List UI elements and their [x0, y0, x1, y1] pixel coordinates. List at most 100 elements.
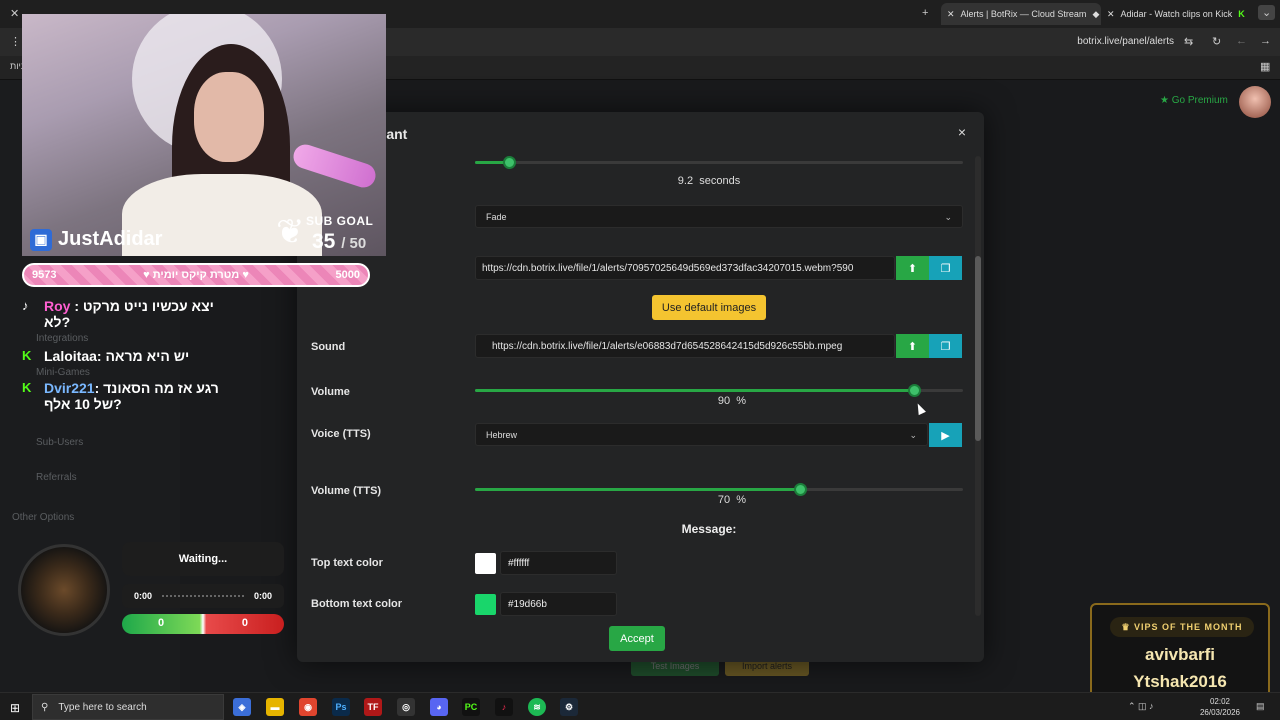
photoshop-icon[interactable]: Ps: [332, 698, 350, 716]
duration-value: 9.2: [677, 175, 694, 187]
top-color-input[interactable]: #ffffff: [500, 551, 617, 575]
tray-icons[interactable]: ⌃ ◫ ♪: [1128, 701, 1154, 712]
bottom-color-swatch[interactable]: [475, 594, 496, 615]
botrix-icon: ◆: [1092, 8, 1100, 19]
sub-goal-current: 35: [312, 230, 336, 253]
tts-volume-value: 70: [717, 494, 731, 506]
top-color-swatch[interactable]: [475, 553, 496, 574]
vip-name: Ytshak2016: [1133, 672, 1227, 691]
search-icon: ⚲: [41, 701, 49, 713]
chat-text: רגע אז מה הסאונד: [103, 380, 219, 396]
chat-message: ♪ Roy : יצא עכשיו נייט מרקט לא?: [22, 298, 214, 330]
clock-time: 02:02: [1209, 697, 1230, 706]
webcam-overlay: ▣ JustAdidar ❦ SUB GOAL 35 / 50: [22, 14, 386, 256]
chat-body: Roy : יצא עכשיו נייט מרקט לא?: [44, 298, 214, 330]
sub-goal-total: / 50: [341, 235, 367, 252]
sub-goal-label: SUB GOAL: [306, 214, 374, 228]
slider-fill: [475, 488, 800, 491]
tab-alerts[interactable]: ✕ Alerts | BotRix — Cloud Stream ◆: [941, 3, 1101, 25]
sidebar-item-sub-users[interactable]: Sub-Users: [36, 437, 83, 448]
volume-readout: 90 %: [475, 395, 989, 407]
tab-close-icon[interactable]: ✕: [947, 9, 955, 20]
image-url-input[interactable]: https://cdn.botrix.live/file/1/alerts/70…: [475, 256, 895, 280]
windows-icon[interactable]: ⊞: [10, 701, 20, 715]
folder-icon[interactable]: ▬: [266, 698, 284, 716]
sidebar-item-mini-games[interactable]: Mini-Games: [36, 367, 90, 378]
clock-date: 26/03/2026: [1199, 708, 1240, 717]
obs-icon[interactable]: ◎: [397, 698, 415, 716]
tiktok-icon[interactable]: ♪: [495, 698, 513, 716]
gallery-sound-button[interactable]: ❐: [929, 334, 962, 358]
chat-message: K Laloitaa: יש היא מראה: [22, 348, 189, 364]
settings-icon[interactable]: ⇆: [1184, 35, 1193, 48]
music-player-widget: Waiting... 0:00 0:00 0 0: [18, 536, 288, 636]
upload-image-button[interactable]: ⬆: [896, 256, 929, 280]
duration-readout: 9.2 seconds: [475, 175, 943, 187]
goal-right-value: 5000: [335, 269, 360, 281]
taskbar-search[interactable]: ⚲ Type here to search: [32, 694, 224, 720]
menu-icon[interactable]: ⋮: [10, 35, 21, 48]
scroll-thumb[interactable]: [975, 256, 981, 441]
sidebar-item-referrals[interactable]: Referrals: [36, 472, 77, 483]
tts-volume-slider[interactable]: [475, 483, 963, 496]
app-icon[interactable]: ◈: [233, 698, 251, 716]
upload-sound-button[interactable]: ⬆: [896, 334, 929, 358]
steam-icon[interactable]: ⚙: [560, 698, 578, 716]
notifications-icon[interactable]: ▤: [1256, 701, 1265, 712]
gallery-icon: ❐: [940, 262, 951, 275]
close-button[interactable]: ×: [958, 124, 966, 140]
duration-slider[interactable]: [475, 156, 963, 169]
discord-icon[interactable]: ◕: [430, 698, 448, 716]
close-icon[interactable]: ✕: [10, 7, 19, 20]
tts-volume-label: Volume (TTS): [311, 485, 382, 497]
vips-label: ♛ VIPS OF THE MONTH: [1110, 617, 1254, 637]
apps-icon[interactable]: ▦: [1260, 60, 1270, 73]
play-tts-button[interactable]: ▶: [929, 423, 962, 447]
gallery-image-button[interactable]: ❐: [929, 256, 962, 280]
slider-thumb[interactable]: [503, 156, 517, 169]
vips-label-text: VIPS OF THE MONTH: [1134, 622, 1243, 632]
player-status: Waiting...: [122, 542, 284, 576]
accept-button[interactable]: Accept: [609, 626, 665, 651]
sidebar-item-integrations[interactable]: Integrations: [36, 333, 88, 344]
tab-close-icon[interactable]: ✕: [1107, 9, 1115, 20]
tf-icon[interactable]: TF: [364, 698, 382, 716]
new-tab-icon[interactable]: +: [922, 7, 928, 19]
sidebar-section-other: Other Options: [12, 512, 75, 523]
reload-icon[interactable]: ↻: [1212, 35, 1221, 48]
tab-adidar[interactable]: ✕ Adidar - Watch clips on Kick K: [1101, 3, 1251, 25]
wing-icon: ❦: [276, 213, 305, 251]
chat-text: יש היא מראה: [105, 348, 190, 364]
chat-body: Dvir221: רגע אז מה הסאונד של 10 אלף?: [44, 380, 219, 412]
chat-user: Dvir221: [44, 380, 95, 396]
modal-scrollbar[interactable]: [975, 156, 981, 616]
sound-label: Sound: [311, 341, 346, 353]
forward-icon[interactable]: ←: [1236, 35, 1247, 47]
tab-search-icon[interactable]: ⌄: [1258, 5, 1276, 20]
clock[interactable]: 02:02 26/03/2026: [1200, 696, 1240, 718]
tab-label: Adidar - Watch clips on Kick: [1120, 9, 1233, 19]
play-icon: ▶: [941, 429, 950, 442]
score-left: 0: [158, 617, 165, 629]
pycharm-icon[interactable]: PC: [462, 698, 480, 716]
chat-text: יצא עכשיו נייט מרקט: [82, 298, 214, 314]
use-default-images-button[interactable]: Use default images: [652, 295, 766, 320]
volume-slider[interactable]: [475, 384, 963, 397]
score-right: 0: [241, 617, 248, 629]
url-field[interactable]: botrix.live/panel/alerts: [1077, 36, 1174, 47]
back-icon[interactable]: →: [1260, 35, 1271, 47]
voice-select[interactable]: Hebrew ⌄: [475, 423, 928, 446]
avatar[interactable]: [1239, 86, 1271, 118]
spotify-icon[interactable]: ≋: [528, 698, 546, 716]
bottom-color-label: Bottom text color: [311, 598, 403, 610]
bottom-color-input[interactable]: #19d66b: [500, 592, 617, 616]
volume-value: 90: [717, 395, 731, 407]
chrome-icon[interactable]: ◉: [299, 698, 317, 716]
chevron-down-icon: ⌄: [944, 212, 952, 222]
go-premium-link[interactable]: ★ Go Premium: [1160, 95, 1228, 106]
animation-select[interactable]: Fade ⌄: [475, 205, 963, 228]
time-total: 0:00: [253, 591, 272, 601]
webcam-face: [194, 72, 264, 162]
sound-url-input[interactable]: https://cdn.botrix.live/file/1/alerts/e0…: [475, 334, 895, 358]
chat-body: Laloitaa: יש היא מראה: [44, 348, 190, 364]
